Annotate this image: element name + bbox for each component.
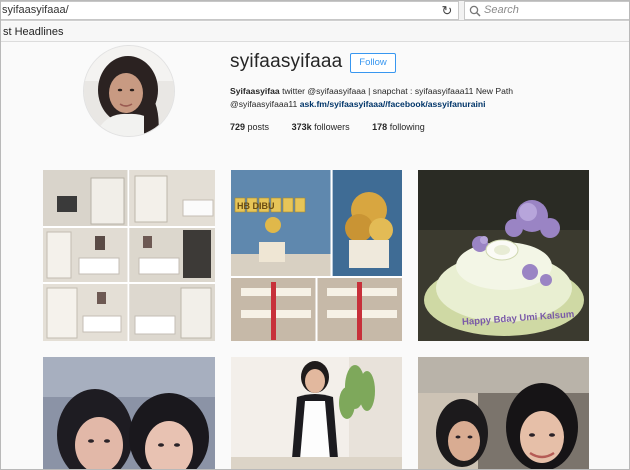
post-thumbnail-6[interactable] [418, 357, 589, 469]
avatar-image [84, 46, 174, 136]
profile-avatar[interactable] [83, 45, 175, 137]
bookmarks-bar: st Headlines [1, 22, 629, 42]
post-5-image [231, 357, 402, 469]
post-thumbnail-1[interactable] [43, 170, 215, 341]
bio-handle: @syifaasyifaaa11 [230, 99, 300, 109]
browser-window: syifaasyifaaa/ ↻ Search st Headlines syi [0, 0, 630, 470]
profile-bio: Syifaasyifaa twitter @syifaasyifaaa | sn… [230, 85, 530, 111]
browser-toolbar: syifaasyifaaa/ ↻ Search [1, 1, 629, 21]
post-4-image [43, 357, 215, 469]
followers-label: followers [314, 122, 350, 132]
post-2-image: HB DIBU [231, 170, 402, 341]
post-3-image: Happy Bday Umi Kalsum [418, 170, 589, 341]
follow-button[interactable]: Follow [350, 53, 396, 73]
search-input[interactable]: Search [464, 1, 629, 20]
post-1-image [43, 170, 215, 341]
stat-posts: 729 posts [230, 122, 269, 132]
address-bar-url: syifaasyifaaa/ [2, 4, 69, 16]
post-thumbnail-5[interactable] [231, 357, 402, 469]
bio-external-link[interactable]: ask.fm/syifaasyifaaa//facebook/assyifanu… [300, 99, 486, 109]
post-thumbnail-3[interactable]: Happy Bday Umi Kalsum [418, 170, 589, 341]
following-label: following [389, 122, 425, 132]
bio-line-1: Syifaasyifaa twitter @syifaasyifaaa | sn… [230, 85, 530, 98]
following-count: 178 [372, 122, 388, 132]
bookmark-headlines[interactable]: st Headlines [3, 26, 64, 38]
profile-username: syifaasyifaaa [230, 51, 343, 72]
search-icon [469, 5, 481, 17]
bio-text: twitter @syifaasyifaaa | snapchat : syif… [279, 86, 514, 96]
search-placeholder: Search [484, 4, 519, 16]
bio-full-name: Syifaasyifaa [230, 86, 280, 96]
post-thumbnail-2[interactable]: HB DIBU [231, 170, 402, 341]
post-thumbnail-4[interactable] [43, 357, 215, 469]
address-bar[interactable]: syifaasyifaaa/ [1, 1, 459, 20]
posts-count: 729 [230, 122, 246, 132]
post-2-banner: HB DIBU [237, 201, 275, 211]
post-6-image [418, 357, 589, 469]
bio-line-2: @syifaasyifaaa11 ask.fm/syifaasyifaaa//f… [230, 98, 530, 111]
followers-count: 373k [291, 122, 312, 132]
reload-icon[interactable]: ↻ [437, 2, 457, 19]
posts-label: posts [247, 122, 270, 132]
stat-followers[interactable]: 373k followers [292, 122, 350, 132]
profile-stats: 729 posts 373k followers 178 following [230, 122, 445, 132]
stat-following[interactable]: 178 following [372, 122, 425, 132]
